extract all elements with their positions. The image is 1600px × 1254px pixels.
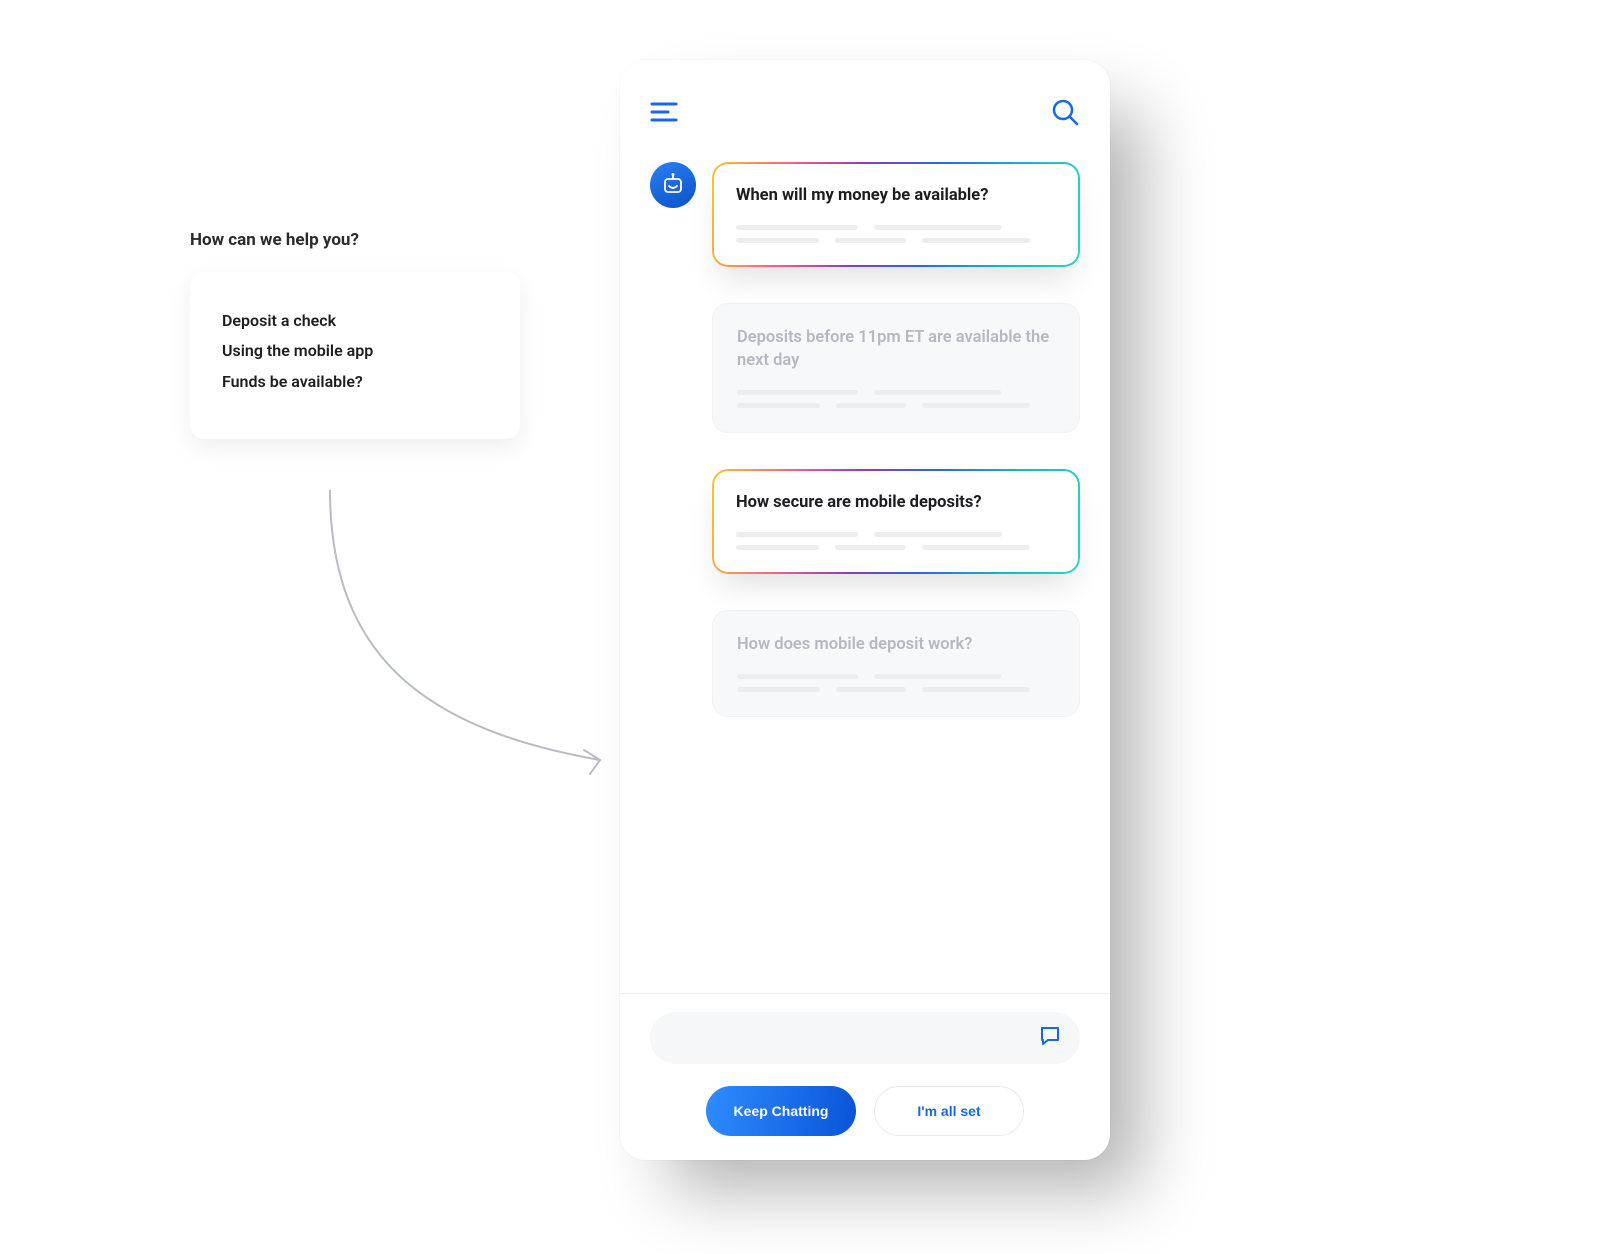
help-line: Using the mobile app	[222, 336, 488, 366]
help-line: Deposit a check	[222, 306, 488, 336]
chat-card-title: When will my money be available?	[736, 184, 1056, 207]
search-icon[interactable]	[1050, 97, 1080, 127]
help-block: How can we help you? Deposit a check Usi…	[190, 230, 520, 439]
connector-arrow	[300, 480, 640, 800]
keep-chatting-button[interactable]: Keep Chatting	[706, 1086, 856, 1136]
help-line: Funds be available?	[222, 367, 488, 397]
skeleton	[737, 674, 1055, 679]
menu-icon[interactable]	[650, 100, 678, 124]
chat-card-title: Deposits before 11pm ET are available th…	[737, 326, 1055, 372]
skeleton	[737, 403, 1055, 408]
chat-card-muted[interactable]: How does mobile deposit work?	[712, 610, 1080, 717]
chat-card-active[interactable]: How secure are mobile deposits?	[712, 469, 1080, 574]
skeleton	[736, 225, 1056, 230]
chat-icon[interactable]	[1038, 1024, 1062, 1052]
chat-input[interactable]	[650, 1012, 1080, 1064]
chat-card-title: How does mobile deposit work?	[737, 633, 1055, 656]
action-row: Keep Chatting I'm all set	[650, 1086, 1080, 1136]
skeleton	[736, 545, 1056, 550]
chat-card-active[interactable]: When will my money be available?	[712, 162, 1080, 267]
bot-avatar-icon	[650, 162, 696, 208]
chat-scroll: When will my money be available? Deposit…	[650, 162, 1080, 989]
all-set-button[interactable]: I'm all set	[874, 1086, 1024, 1136]
divider	[620, 993, 1110, 994]
chat-card-title: How secure are mobile deposits?	[736, 491, 1056, 514]
skeleton	[736, 532, 1056, 537]
skeleton	[737, 687, 1055, 692]
skeleton	[737, 390, 1055, 395]
help-heading: How can we help you?	[190, 230, 520, 250]
help-card: Deposit a check Using the mobile app Fun…	[190, 272, 520, 439]
phone-header	[650, 90, 1080, 134]
chat-card-muted[interactable]: Deposits before 11pm ET are available th…	[712, 303, 1080, 433]
chat-phone-frame: When will my money be available? Deposit…	[620, 60, 1110, 1160]
skeleton	[736, 238, 1056, 243]
